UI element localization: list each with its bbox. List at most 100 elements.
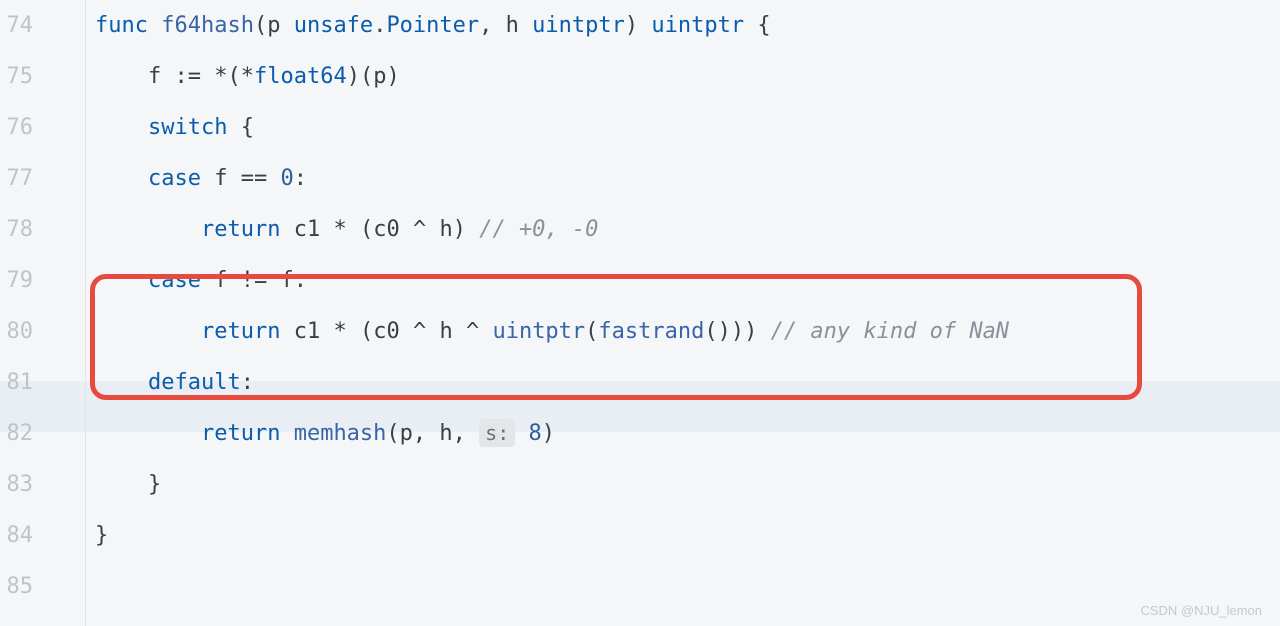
code-line-80: return c1 * (c0 ^ h ^ uintptr(fastrand()… (95, 306, 1280, 357)
type-uintptr: uintptr (532, 13, 625, 38)
code-line-76: switch { (95, 102, 1280, 153)
line-number[interactable]: 76 (0, 102, 33, 153)
call-uintptr: uintptr (492, 319, 585, 344)
paren-close: ) (625, 13, 638, 38)
line-number[interactable]: 77 (0, 153, 33, 204)
paren-close: ) (453, 217, 466, 242)
line-number[interactable]: 80 (0, 306, 33, 357)
brace-open: { (757, 13, 770, 38)
code-content[interactable]: func f64hash(p unsafe.Pointer, h uintptr… (45, 0, 1280, 626)
param-h: h (506, 13, 519, 38)
star: * (241, 64, 254, 89)
paren-open: ( (360, 64, 373, 89)
type-pointer: Pointer (386, 13, 479, 38)
code-line-79: case f != f: (95, 255, 1280, 306)
var-p: p (373, 64, 386, 89)
paren-open: ( (585, 319, 598, 344)
mul-op: * (333, 217, 346, 242)
line-number[interactable]: 82 (0, 408, 33, 459)
line-number[interactable]: 84 (0, 510, 33, 561)
comma: , (479, 13, 492, 38)
assign-op: := (174, 64, 201, 89)
paren-open: ( (704, 319, 717, 344)
keyword-func: func (95, 13, 148, 38)
param-p: p (267, 13, 280, 38)
return-type: uintptr (651, 13, 744, 38)
comma: , (413, 421, 426, 446)
code-line-85 (95, 561, 1280, 612)
number-8: 8 (529, 421, 542, 446)
line-number[interactable]: 74 (0, 0, 33, 51)
line-gutter: 74 75 76 77 78 79 80 81 82 83 84 85 (0, 0, 45, 626)
xor-op: ^ (413, 319, 426, 344)
var-f: f (280, 268, 293, 293)
arg-p: p (400, 421, 413, 446)
brace-open: { (241, 115, 254, 140)
code-line-82: return memhash(p, h, s: 8) (95, 408, 1280, 459)
dot: . (373, 13, 386, 38)
paren-close: ) (718, 319, 731, 344)
var-c1: c1 (294, 319, 321, 344)
keyword-return: return (201, 421, 280, 446)
keyword-return: return (201, 217, 280, 242)
colon: : (294, 268, 307, 293)
brace-close: } (95, 523, 108, 548)
ne-op: != (241, 268, 268, 293)
keyword-case: case (148, 268, 201, 293)
var-f: f (148, 64, 161, 89)
call-memhash: memhash (294, 421, 387, 446)
keyword-switch: switch (148, 115, 227, 140)
var-h: h (439, 319, 452, 344)
code-line-77: case f == 0: (95, 153, 1280, 204)
var-c1: c1 (294, 217, 321, 242)
code-line-83: } (95, 459, 1280, 510)
var-f: f (214, 268, 227, 293)
paren-close: ) (731, 319, 744, 344)
keyword-return: return (201, 319, 280, 344)
eq-op: == (241, 166, 268, 191)
paren-close: ) (542, 421, 555, 446)
type-unsafe: unsafe (294, 13, 373, 38)
arg-h: h (439, 421, 452, 446)
call-fastrand: fastrand (598, 319, 704, 344)
colon: : (241, 370, 254, 395)
code-editor: 74 75 76 77 78 79 80 81 82 83 84 85 func… (0, 0, 1280, 626)
xor-op: ^ (466, 319, 479, 344)
paren-open: ( (227, 64, 240, 89)
line-number[interactable]: 81 (0, 357, 33, 408)
brace-close: } (148, 472, 161, 497)
var-c0: c0 (373, 319, 400, 344)
keyword-default: default (148, 370, 241, 395)
comma: , (453, 421, 466, 446)
code-line-75: f := *(*float64)(p) (95, 51, 1280, 102)
star: * (214, 64, 227, 89)
code-line-74: func f64hash(p unsafe.Pointer, h uintptr… (95, 0, 1280, 51)
line-number[interactable]: 85 (0, 561, 33, 612)
watermark-text: CSDN @NJU_lemon (1140, 603, 1262, 618)
inlay-hint-s: s: (479, 419, 515, 447)
function-name: f64hash (161, 13, 254, 38)
line-number[interactable]: 78 (0, 204, 33, 255)
paren-close: ) (347, 64, 360, 89)
xor-op: ^ (413, 217, 426, 242)
paren-open: ( (254, 13, 267, 38)
code-line-81: default: (95, 357, 1280, 408)
line-number[interactable]: 79 (0, 255, 33, 306)
var-h: h (439, 217, 452, 242)
type-float64: float64 (254, 64, 347, 89)
number-zero: 0 (280, 166, 293, 191)
paren-open: ( (386, 421, 399, 446)
var-c0: c0 (373, 217, 400, 242)
comment-zero: // +0, -0 (479, 217, 598, 242)
var-f: f (214, 166, 227, 191)
comment-nan: // any kind of NaN (771, 319, 1009, 344)
code-line-78: return c1 * (c0 ^ h) // +0, -0 (95, 204, 1280, 255)
mul-op: * (333, 319, 346, 344)
line-number[interactable]: 83 (0, 459, 33, 510)
paren-close: ) (744, 319, 757, 344)
colon: : (294, 166, 307, 191)
paren-open: ( (360, 319, 373, 344)
paren-close: ) (386, 64, 399, 89)
line-number[interactable]: 75 (0, 51, 33, 102)
paren-open: ( (360, 217, 373, 242)
